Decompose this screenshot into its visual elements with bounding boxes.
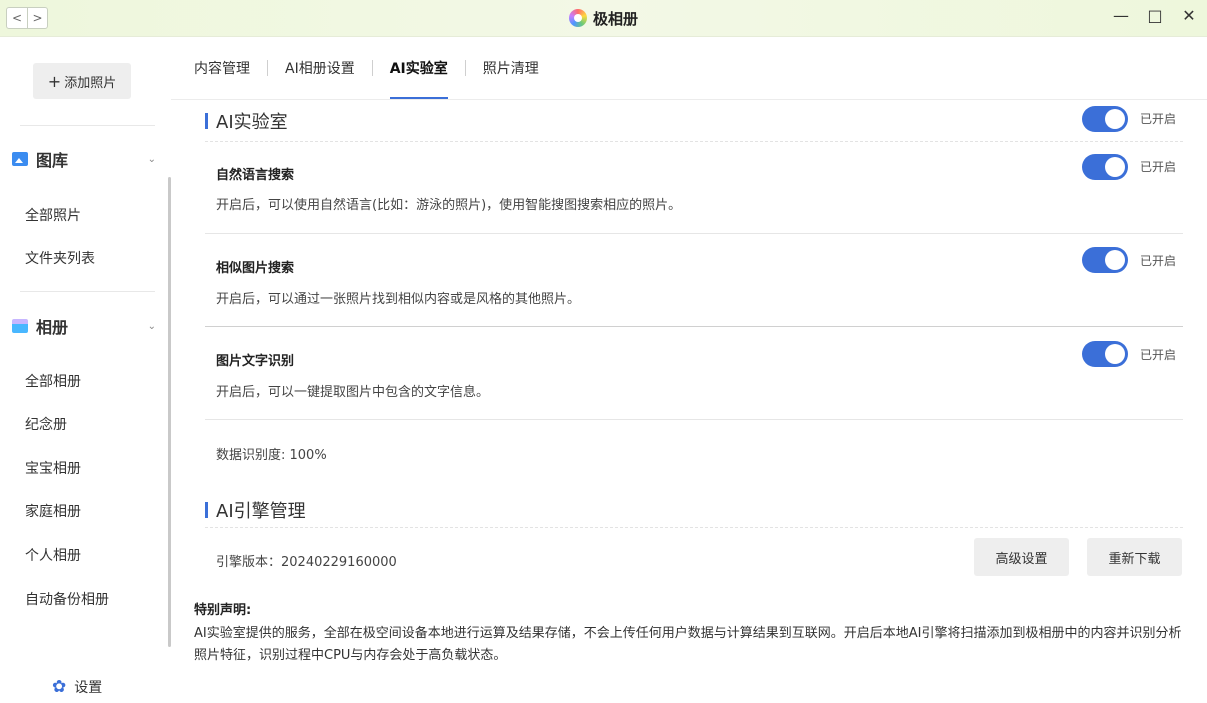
section-divider bbox=[205, 527, 1183, 528]
main-content: AI实验室 已开启 自然语言搜索 开启后，可以使用自然语言(比如：游泳的照片)，… bbox=[171, 100, 1207, 703]
sidebar-item-auto-backup[interactable]: 自动备份相册 bbox=[25, 589, 109, 609]
row-divider bbox=[205, 233, 1183, 234]
sidebar: + 添加照片 图库 ⌄ 全部照片 文件夹列表 相册 ⌄ 全部相册 纪念册 宝宝相… bbox=[0, 37, 171, 703]
album-header-label: 相册 bbox=[36, 318, 69, 337]
sidebar-item-baby[interactable]: 宝宝相册 bbox=[25, 458, 81, 478]
natural-language-search-desc: 开启后，可以使用自然语言(比如：游泳的照片)，使用智能搜图搜索相应的照片。 bbox=[216, 198, 682, 213]
sidebar-item-folders[interactable]: 文件夹列表 bbox=[25, 248, 95, 268]
advanced-settings-button[interactable]: 高级设置 bbox=[974, 538, 1069, 576]
engine-version: 引擎版本：20240229160000 bbox=[216, 555, 397, 570]
tab-separator bbox=[464, 60, 466, 76]
gallery-icon bbox=[12, 152, 28, 166]
settings-label: 设置 bbox=[74, 680, 103, 696]
tab-photo-cleanup[interactable]: 照片清理 bbox=[483, 58, 539, 78]
tab-ai-album-settings[interactable]: AI相册设置 bbox=[285, 58, 355, 78]
title-bar: < > 极相册 — □ ✕ bbox=[0, 0, 1207, 37]
sidebar-item-personal[interactable]: 个人相册 bbox=[25, 545, 81, 565]
similar-image-search-title: 相似图片搜索 bbox=[216, 261, 295, 276]
gallery-header-label: 图库 bbox=[36, 151, 69, 170]
chevron-down-icon: ⌄ bbox=[147, 153, 156, 165]
section-accent-bar bbox=[205, 502, 208, 518]
ai-lab-status: 已开启 bbox=[1140, 112, 1177, 126]
maximize-button[interactable]: □ bbox=[1147, 6, 1163, 25]
similar-image-search-toggle[interactable] bbox=[1082, 247, 1128, 273]
sidebar-divider bbox=[20, 125, 155, 126]
sidebar-item-all-photos[interactable]: 全部照片 bbox=[25, 205, 81, 225]
notice-text: AI实验室提供的服务，全部在极空间设备本地进行运算及结果存储，不会上传任何用户数… bbox=[194, 626, 1182, 663]
sidebar-gallery-header[interactable]: 图库 ⌄ bbox=[12, 147, 162, 171]
tab-separator bbox=[371, 60, 373, 76]
add-photo-label: 添加照片 bbox=[64, 75, 117, 91]
similar-image-search-desc: 开启后，可以通过一张照片找到相似内容或是风格的其他照片。 bbox=[216, 292, 581, 307]
album-icon bbox=[12, 319, 28, 333]
image-text-recognition-title: 图片文字识别 bbox=[216, 354, 295, 369]
gear-icon: ✿ bbox=[52, 677, 67, 697]
ai-lab-section-title: AI实验室 bbox=[205, 108, 288, 134]
engine-title: AI引擎管理 bbox=[216, 501, 306, 522]
similar-image-search-status: 已开启 bbox=[1140, 254, 1177, 268]
engine-section-title: AI引擎管理 bbox=[205, 497, 306, 523]
natural-language-search-status: 已开启 bbox=[1140, 160, 1177, 174]
notice-title: 特别声明: bbox=[194, 603, 252, 618]
minimize-button[interactable]: — bbox=[1113, 6, 1129, 25]
redownload-button[interactable]: 重新下载 bbox=[1087, 538, 1182, 576]
chevron-down-icon: ⌄ bbox=[147, 320, 156, 332]
sidebar-item-all-albums[interactable]: 全部相册 bbox=[25, 371, 81, 391]
tab-content-management[interactable]: 内容管理 bbox=[194, 58, 250, 78]
add-photo-button[interactable]: + 添加照片 bbox=[33, 63, 131, 99]
app-logo-icon bbox=[568, 9, 587, 27]
image-text-recognition-status: 已开启 bbox=[1140, 348, 1177, 362]
row-divider bbox=[205, 419, 1183, 420]
window-title: 极相册 bbox=[592, 10, 638, 28]
ai-lab-toggle[interactable] bbox=[1082, 106, 1128, 132]
image-text-recognition-toggle[interactable] bbox=[1082, 341, 1128, 367]
image-text-recognition-desc: 开启后，可以一键提取图片中包含的文字信息。 bbox=[216, 385, 490, 400]
window-title-wrap: 极相册 bbox=[0, 8, 1207, 29]
recognition-rate: 数据识别度: 100% bbox=[216, 448, 327, 463]
window-controls: — □ ✕ bbox=[1113, 6, 1197, 25]
row-divider bbox=[205, 326, 1183, 327]
tab-bar: 内容管理 AI相册设置 AI实验室 照片清理 bbox=[194, 37, 539, 99]
tab-ai-lab[interactable]: AI实验室 bbox=[389, 58, 448, 99]
sidebar-item-family[interactable]: 家庭相册 bbox=[25, 501, 81, 521]
tab-separator bbox=[267, 60, 268, 76]
close-button[interactable]: ✕ bbox=[1181, 6, 1197, 25]
section-accent-bar bbox=[205, 113, 208, 129]
section-divider bbox=[205, 141, 1183, 142]
settings-button[interactable]: ✿ 设置 bbox=[52, 677, 102, 697]
sidebar-album-header[interactable]: 相册 ⌄ bbox=[12, 314, 162, 338]
sidebar-divider bbox=[20, 291, 155, 292]
natural-language-search-toggle[interactable] bbox=[1082, 154, 1128, 180]
plus-icon: + bbox=[47, 71, 62, 91]
sidebar-item-memorial[interactable]: 纪念册 bbox=[25, 414, 67, 434]
ai-lab-title: AI实验室 bbox=[216, 112, 288, 133]
natural-language-search-title: 自然语言搜索 bbox=[216, 168, 295, 183]
